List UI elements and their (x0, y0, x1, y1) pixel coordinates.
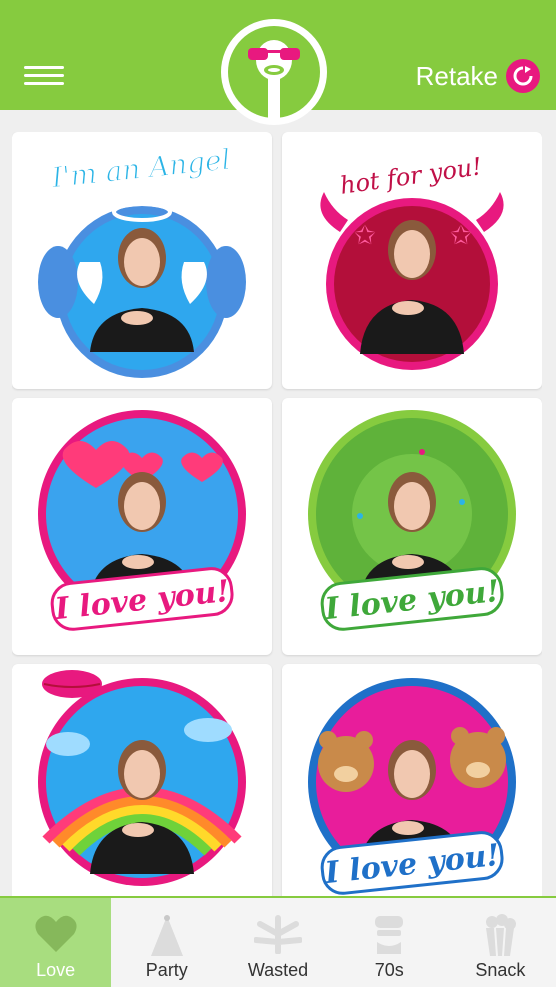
app-logo (221, 19, 327, 125)
sticker-grid: I'm an Angel hot for you! ✩ ✩ I love you… (12, 132, 542, 896)
tab-label-love: Love (36, 960, 76, 980)
refresh-icon (506, 59, 540, 93)
retake-label: Retake (415, 60, 498, 91)
retake-button[interactable]: Retake (416, 58, 540, 94)
tab-label-party: Party (145, 960, 188, 980)
svg-text:✩: ✩ (450, 221, 472, 251)
sticker-card-angel[interactable]: I'm an Angel (12, 132, 272, 389)
tab-love[interactable]: Love (0, 898, 112, 987)
menu-bar-icon (24, 82, 64, 85)
sticker-card-devil[interactable]: hot for you! ✩ ✩ (282, 132, 542, 389)
sticker-card-rainbow[interactable] (12, 664, 272, 896)
tab-label-snack: Snack (475, 960, 526, 980)
tab-label-70s: 70s (374, 960, 404, 980)
tab-snack[interactable]: Snack (445, 898, 556, 987)
tab-label-wasted: Wasted (247, 960, 309, 980)
heart-icon (35, 915, 77, 952)
leaf-icon (254, 915, 302, 954)
popcorn-icon (486, 914, 517, 957)
sticker-card-love-green[interactable]: I love you! (282, 398, 542, 655)
menu-button[interactable] (24, 66, 64, 88)
sticker-card-love-hearts[interactable]: I love you! (12, 398, 272, 655)
tab-70s[interactable]: 70s (334, 898, 445, 987)
svg-text:✩: ✩ (354, 221, 376, 251)
app-header: Retake (0, 0, 556, 125)
menu-bar-icon (24, 74, 64, 77)
sticker-caption-angel: I'm an Angel (49, 143, 232, 195)
sticker-card-bears[interactable]: I love you! (282, 664, 542, 896)
category-tab-bar: Love Party Wasted 70s Snack (0, 896, 556, 987)
party-hat-icon (150, 915, 183, 956)
tab-party[interactable]: Party (111, 898, 222, 987)
sticker-caption-hot: hot for you! (338, 152, 483, 200)
afro-face-icon (375, 916, 404, 954)
menu-bar-icon (24, 66, 64, 69)
tab-wasted[interactable]: Wasted (222, 898, 333, 987)
